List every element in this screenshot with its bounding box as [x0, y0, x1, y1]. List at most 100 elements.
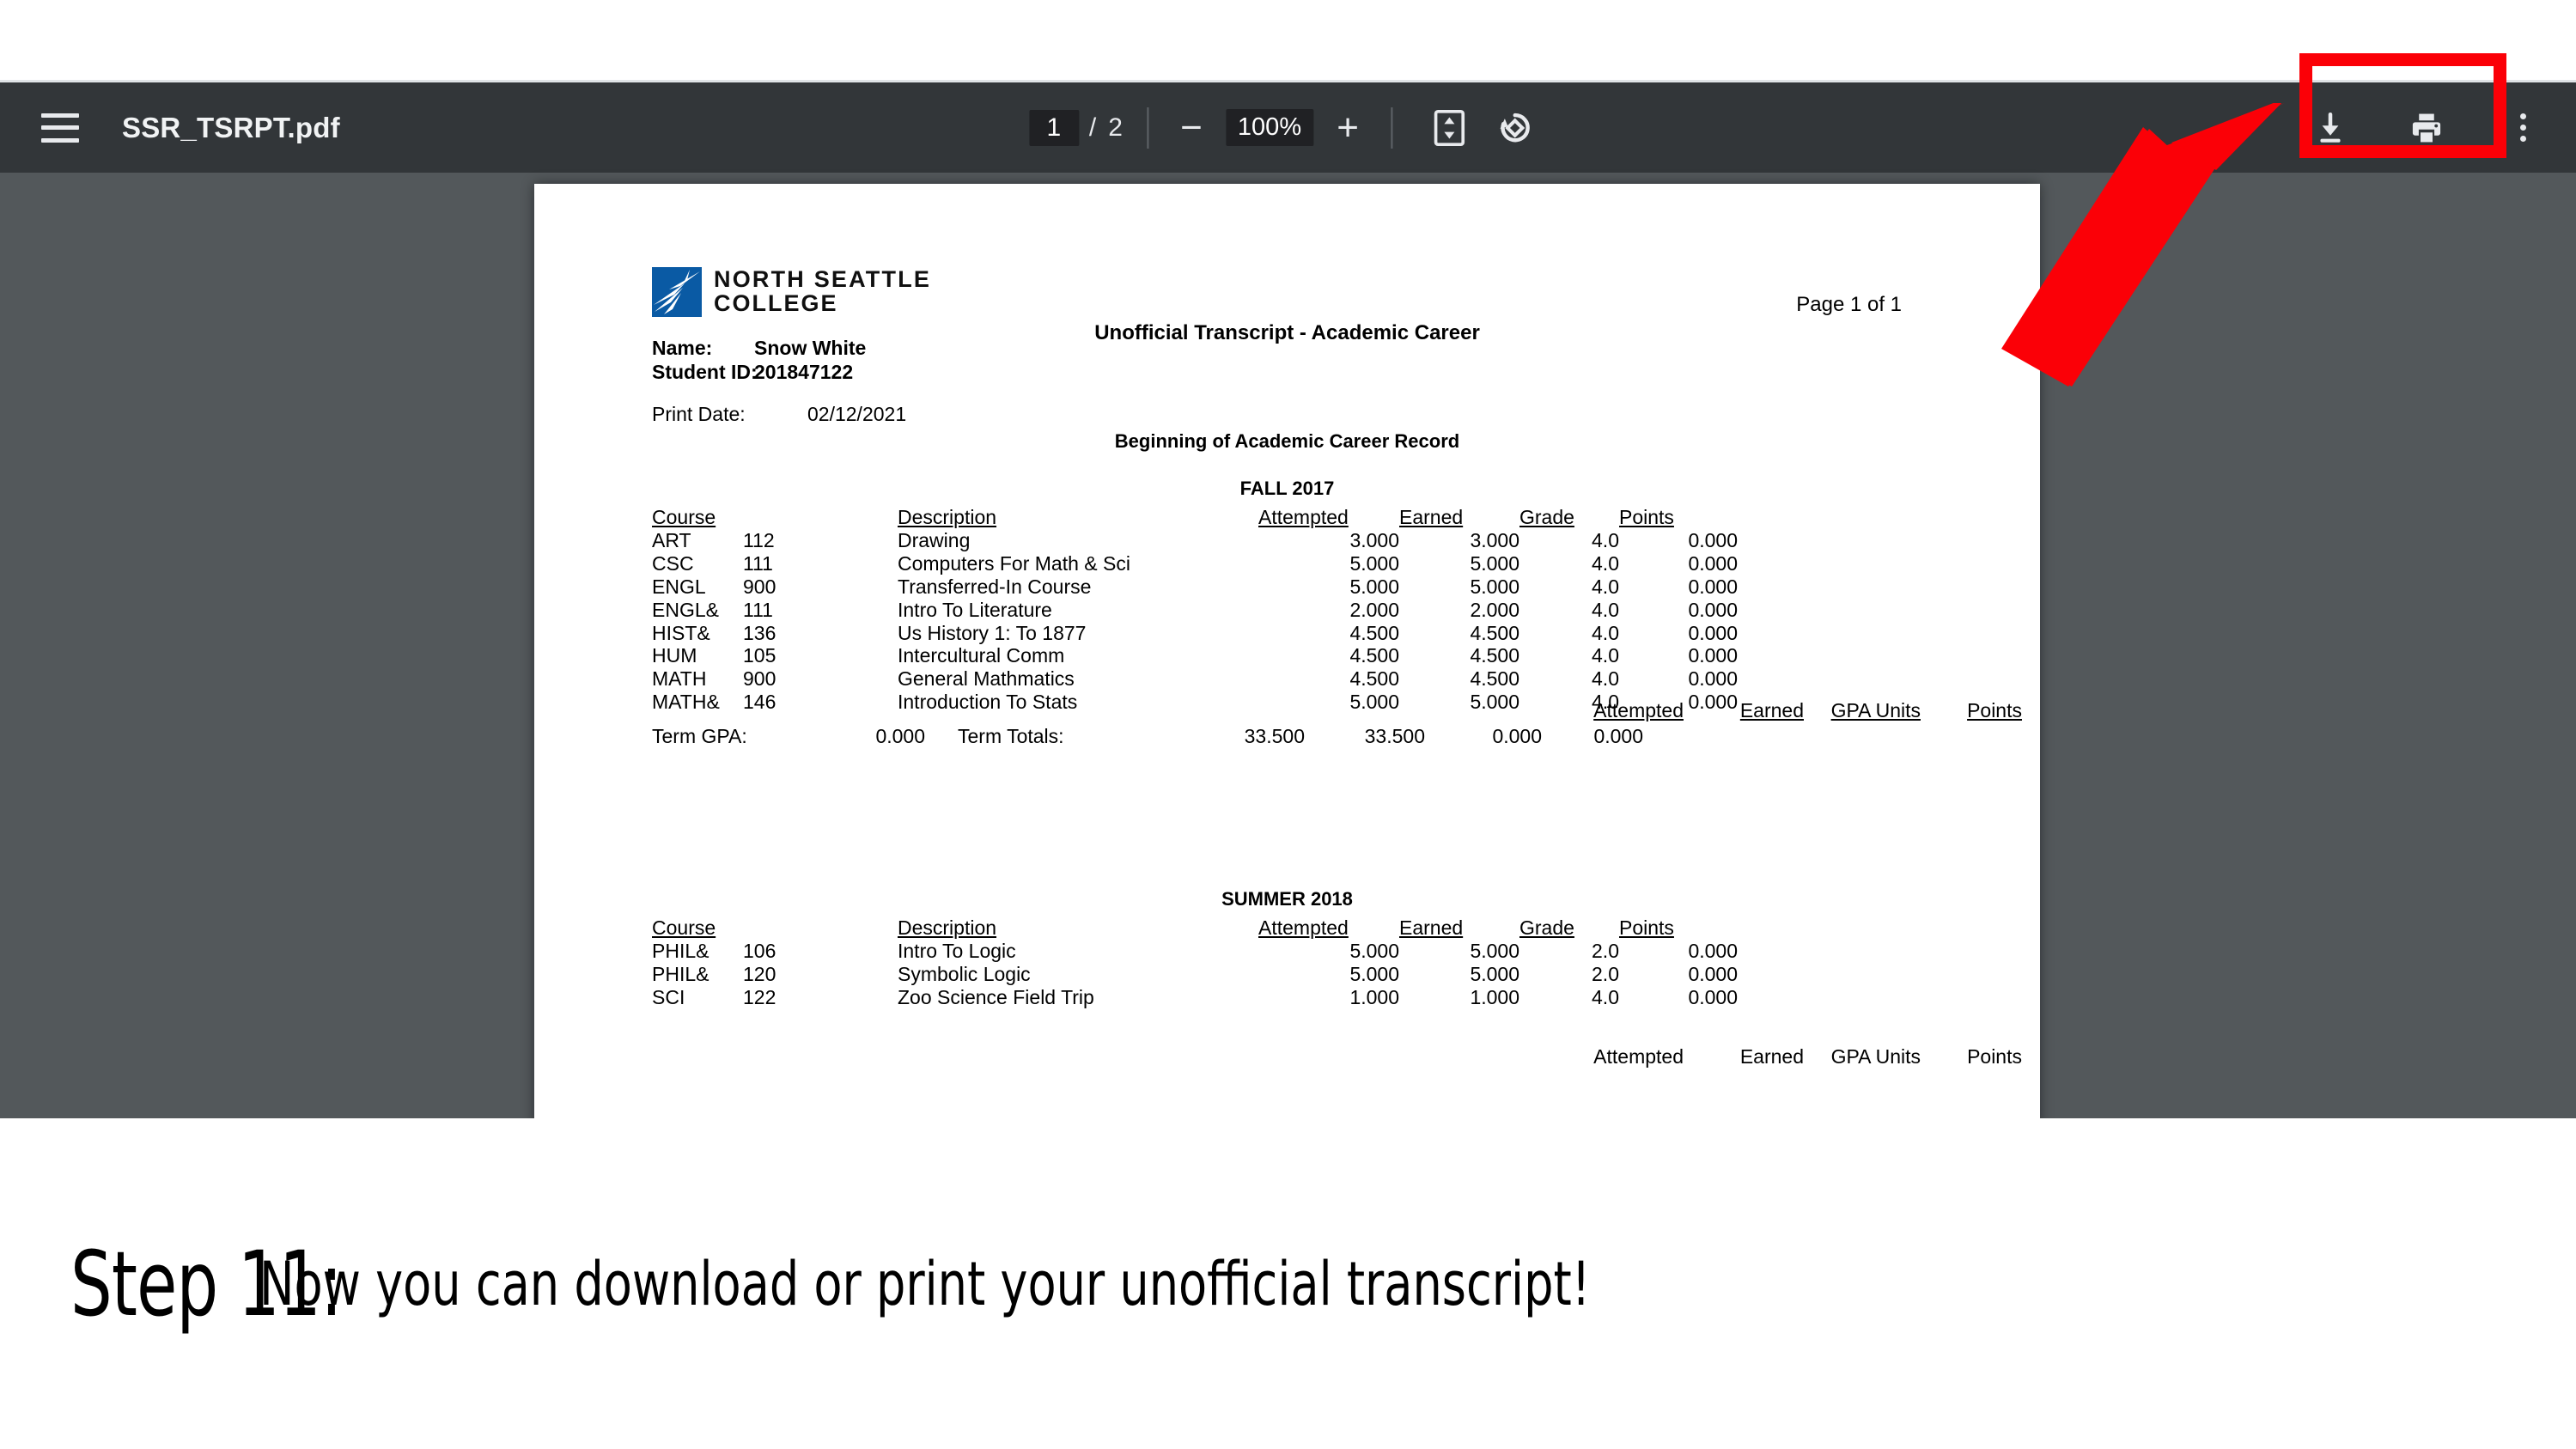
table-row: HUM 105 Intercultural Comm 4.500 4.500 4.0 0.0…: [652, 644, 1738, 667]
totals-header-fall-2017: Attempted Earned GPA Units Points: [1543, 699, 2022, 722]
course-number: 111: [743, 598, 773, 621]
course-earned: 4.500: [1470, 644, 1519, 667]
header-attempted: Attempted: [1258, 916, 1349, 939]
more-dot: [2519, 136, 2526, 142]
zoom-out-button[interactable]: −: [1172, 108, 1210, 147]
totals-header-earned: Earned: [1739, 1045, 1804, 1068]
course-attempted: 5.000: [1349, 962, 1399, 985]
totals-header-attempted: Attempted: [1593, 699, 1684, 721]
course-earned: 1.000: [1470, 985, 1519, 1008]
table-row: ART 112 Drawing 3.000 3.000 4.0 0.000: [652, 529, 1738, 552]
course-description: Zoo Science Field Trip: [898, 985, 1094, 1008]
hamburger-icon[interactable]: [41, 113, 79, 143]
course-subject: HIST&: [652, 621, 710, 644]
term-title-fall-2017: FALL 2017: [1239, 478, 1335, 499]
term-title-summer-2018: SUMMER 2018: [1221, 888, 1353, 910]
course-attempted: 4.500: [1349, 667, 1399, 691]
course-subject: ENGL&: [652, 598, 719, 621]
course-number: 122: [743, 985, 776, 1008]
table-row: ENGL 900 Transferred-In Course 5.000 5.000 4.…: [652, 575, 1738, 599]
course-earned: 4.500: [1470, 621, 1519, 644]
header-course-number: [743, 506, 898, 529]
course-rows-summer-2018: PHIL& 106 Intro To Logic 5.000 5.000 2.0 0.000…: [652, 940, 1738, 1009]
course-grade: 4.0: [1592, 575, 1619, 598]
table-row: HIST& 136 Us History 1: To 1877 4.500 4.500 4…: [652, 622, 1738, 645]
table-header-row: Course Description Attempted Earned Grad…: [652, 506, 1738, 529]
rotate-clockwise-icon[interactable]: [1492, 106, 1537, 150]
course-subject: PHIL&: [652, 939, 709, 962]
caption-bar: Step 11: Now you can download or print y…: [0, 1118, 2576, 1449]
course-earned: 4.500: [1470, 667, 1519, 691]
college-logo-text: NORTH SEATTLE COLLEGE: [714, 268, 931, 315]
course-number: 900: [743, 667, 776, 691]
header-points: Points: [1619, 506, 1674, 528]
more-dot: [2519, 125, 2526, 131]
table-row: SCI 122 Zoo Science Field Trip 1.000 1.000 4.…: [652, 986, 1738, 1009]
course-attempted: 4.500: [1349, 621, 1399, 644]
totals-header-gpa-units: GPA Units: [1830, 1045, 1921, 1068]
course-grade: 2.0: [1592, 939, 1619, 962]
course-attempted: 1.000: [1349, 985, 1399, 1008]
course-number: 900: [743, 575, 776, 598]
course-earned: 2.000: [1470, 598, 1519, 621]
course-points: 0.000: [1688, 667, 1738, 691]
print-date-label: Print Date:: [652, 403, 746, 425]
table-row: CSC 111 Computers For Math & Sci 5.000 5.000…: [652, 552, 1738, 575]
header-points: Points: [1619, 916, 1674, 939]
student-id-value: 201847122: [754, 361, 854, 383]
zoom-in-button[interactable]: +: [1329, 108, 1367, 147]
totals-header-gpa-units: GPA Units: [1830, 699, 1921, 721]
course-grade: 4.0: [1592, 644, 1619, 667]
logo-line-1: NORTH SEATTLE: [714, 266, 932, 293]
course-number: 105: [743, 644, 776, 667]
logo-line-2: COLLEGE: [714, 290, 838, 316]
course-points: 0.000: [1688, 528, 1738, 551]
course-description: Symbolic Logic: [898, 962, 1031, 985]
more-dot: [2519, 113, 2526, 119]
totals-header-attempted: Attempted: [1593, 1045, 1684, 1068]
header-course: Course: [652, 506, 716, 528]
header-description: Description: [898, 506, 997, 528]
course-earned: 3.000: [1470, 528, 1519, 551]
header-earned: Earned: [1399, 506, 1464, 528]
download-print-highlight-box: [2299, 53, 2506, 158]
course-grade: 4.0: [1592, 598, 1619, 621]
course-number: 146: [743, 691, 776, 714]
totals-header-points: Points: [1967, 699, 2022, 721]
term-gpa-row-fall-2017: Term GPA: 0.000 Term Totals: 33.500 33.500 0.…: [652, 725, 1643, 748]
term-totals-earned: 33.500: [1364, 725, 1425, 747]
course-earned: 5.000: [1470, 551, 1519, 575]
course-points: 0.000: [1688, 598, 1738, 621]
page-indicator: Page 1 of 1: [1796, 293, 1902, 316]
document-file-name: SSR_TSRPT.pdf: [122, 111, 340, 143]
course-earned: 5.000: [1470, 575, 1519, 598]
course-attempted: 5.000: [1349, 551, 1399, 575]
course-subject: MATH&: [652, 691, 720, 714]
zoom-level-display[interactable]: 100%: [1225, 109, 1314, 146]
career-record-heading: Beginning of Academic Career Record: [1114, 430, 1460, 452]
name-label: Name:: [652, 337, 713, 359]
fit-to-page-icon[interactable]: [1427, 106, 1471, 150]
course-number: 120: [743, 962, 776, 985]
term-totals-gpa-units: 0.000: [1492, 725, 1542, 747]
course-table-summer-2018: Course Description Attempted Earned Grad…: [652, 916, 1738, 1009]
page-number-input[interactable]: 1: [1028, 109, 1079, 146]
course-points: 0.000: [1688, 551, 1738, 575]
course-points: 0.000: [1688, 621, 1738, 644]
course-earned: 5.000: [1470, 691, 1519, 714]
header-grade: Grade: [1519, 916, 1574, 939]
table-row: ENGL& 111 Intro To Literature 2.000 2.000 4.0…: [652, 599, 1738, 622]
course-description: Transferred-In Course: [898, 575, 1092, 598]
course-description: Intro To Literature: [898, 598, 1052, 621]
term-gpa-label: Term GPA:: [652, 725, 747, 747]
course-description: Computers For Math & Sci: [898, 551, 1130, 575]
course-description: Intro To Logic: [898, 939, 1016, 962]
course-grade: 2.0: [1592, 962, 1619, 985]
course-number: 111: [743, 551, 773, 575]
more-vertical-icon[interactable]: [2500, 106, 2545, 150]
name-value: Snow White: [754, 337, 867, 359]
print-date-value: 02/12/2021: [807, 403, 907, 425]
header-grade: Grade: [1519, 506, 1574, 528]
course-subject: PHIL&: [652, 962, 709, 985]
course-grade: 4.0: [1592, 528, 1619, 551]
